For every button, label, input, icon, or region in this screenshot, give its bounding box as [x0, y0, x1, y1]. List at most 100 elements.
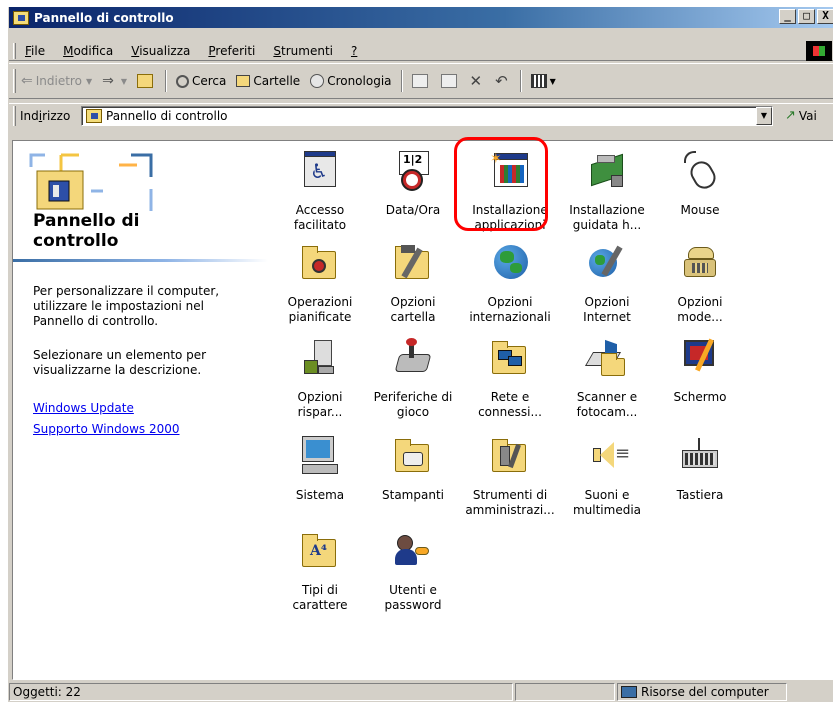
go-button[interactable]: ↗ Vai: [785, 108, 817, 123]
status-spacer: [515, 683, 615, 701]
item-display[interactable]: Schermo: [655, 336, 745, 426]
speaker-icon: ≡: [587, 436, 630, 476]
toolbar-separator: [400, 70, 403, 92]
up-button[interactable]: [132, 70, 161, 92]
copy-to-button[interactable]: [436, 70, 465, 92]
forward-button[interactable]: ⇒ ▼: [97, 70, 132, 92]
back-dropdown-icon[interactable]: ▼: [86, 77, 92, 86]
menu-favorites[interactable]: Preferiti: [199, 44, 264, 58]
menu-help[interactable]: ?: [342, 44, 366, 58]
item-network-connections[interactable]: Rete e connessi...: [465, 336, 555, 426]
control-panel-items: ♿ Accesso facilitato 1|2 Data/Ora ✶ Inst…: [275, 141, 833, 679]
control-panel-icon: [13, 10, 29, 25]
item-phone-modem[interactable]: Opzioni mode...: [655, 241, 745, 331]
control-panel-icon: [86, 109, 102, 123]
item-add-remove-programs[interactable]: ✶ Installazione applicazioni: [465, 149, 555, 239]
minimize-button[interactable]: _: [779, 9, 796, 24]
search-icon: [175, 74, 189, 88]
item-game-controllers[interactable]: Periferiche di gioco: [368, 336, 458, 426]
toolbar-separator: [519, 70, 522, 92]
menu-tools[interactable]: Strumenti: [264, 44, 342, 58]
move-to-button[interactable]: [407, 70, 436, 92]
folders-button[interactable]: Cartelle: [231, 70, 305, 92]
item-folder-options[interactable]: Opzioni cartella: [368, 241, 458, 331]
copy-to-icon: [440, 74, 457, 88]
item-sounds-multimedia[interactable]: ≡ Suoni e multimedia: [562, 434, 652, 524]
maximize-button[interactable]: □: [798, 9, 815, 24]
printers-icon: [393, 436, 433, 476]
toolbar-separator: [164, 70, 167, 92]
title-divider: [13, 259, 268, 262]
link-windows-support[interactable]: Supporto Windows 2000: [33, 422, 180, 436]
add-remove-programs-icon: ✶: [490, 151, 530, 191]
admin-tools-icon: [490, 436, 530, 476]
keyboard-icon: [680, 436, 720, 476]
item-keyboard[interactable]: Tastiera: [655, 434, 745, 524]
undo-button[interactable]: ↶: [490, 70, 516, 92]
forward-arrow-icon: ⇒: [102, 73, 114, 89]
address-value: Pannello di controllo: [106, 109, 228, 123]
computer-icon: [621, 686, 637, 698]
item-accessibility[interactable]: ♿ Accesso facilitato: [275, 149, 365, 239]
windows-logo-icon: [806, 41, 832, 61]
web-view-panel: Pannello di controllo Per personalizzare…: [13, 141, 268, 679]
status-object-count: Oggetti: 22: [9, 683, 513, 701]
item-regional-options[interactable]: Opzioni internazionali: [465, 241, 555, 331]
menu-file[interactable]: File: [16, 44, 54, 58]
title-bar[interactable]: Pannello di controllo _ □ X: [9, 7, 833, 28]
address-dropdown-button[interactable]: ▼: [756, 107, 772, 125]
content-pane: Pannello di controllo Per personalizzare…: [12, 140, 833, 680]
back-arrow-icon: ⇐: [21, 73, 33, 89]
undo-icon: ↶: [495, 72, 508, 90]
item-mouse[interactable]: Mouse: [655, 149, 745, 239]
item-power-options[interactable]: Opzioni rispar...: [275, 336, 365, 426]
item-fonts[interactable]: A⁴ Tipi di carattere: [275, 529, 365, 619]
link-windows-update[interactable]: Windows Update: [33, 401, 134, 415]
menu-view[interactable]: Visualizza: [122, 44, 199, 58]
status-bar: Oggetti: 22 Risorse del computer: [9, 681, 833, 702]
add-hardware-icon: [587, 151, 627, 191]
internet-options-icon: [587, 243, 627, 283]
views-dropdown-icon[interactable]: ▼: [550, 77, 556, 86]
game-controllers-icon: [393, 338, 433, 378]
views-button[interactable]: ▼: [526, 70, 561, 92]
scanner-camera-icon: [584, 338, 627, 378]
item-date-time[interactable]: 1|2 Data/Ora: [368, 149, 458, 239]
date-time-icon: 1|2: [393, 151, 433, 191]
back-button[interactable]: ⇐ Indietro ▼: [16, 70, 97, 92]
window-title: Pannello di controllo: [34, 10, 174, 25]
item-scanners-cameras[interactable]: Scanner e fotocam...: [562, 336, 652, 426]
search-button[interactable]: Cerca: [171, 70, 231, 92]
standard-toolbar: ⇐ Indietro ▼ ⇒ ▼ Cerca Cartelle Cronolog…: [9, 63, 833, 99]
page-title: Pannello di controllo: [33, 211, 140, 251]
modem-phone-icon: [680, 243, 720, 283]
menu-bar: File Modifica Visualizza Preferiti Strum…: [9, 41, 833, 61]
up-folder-icon: [136, 74, 153, 88]
control-panel-banner-icon: [29, 153, 153, 211]
globe-icon: [490, 243, 530, 283]
item-add-hardware[interactable]: Installazione guidata h...: [562, 149, 652, 239]
close-button[interactable]: X: [817, 9, 833, 24]
item-scheduled-tasks[interactable]: Operazioni pianificate: [275, 241, 365, 331]
status-location: Risorse del computer: [617, 683, 787, 701]
menu-edit[interactable]: Modifica: [54, 44, 122, 58]
network-icon: [490, 338, 530, 378]
item-internet-options[interactable]: Opzioni Internet: [562, 241, 652, 331]
address-label: Indirizzo: [20, 108, 71, 123]
delete-button[interactable]: ✕: [465, 70, 491, 92]
history-icon: [310, 74, 325, 88]
address-input[interactable]: Pannello di controllo ▼: [81, 106, 773, 126]
history-button[interactable]: Cronologia: [305, 70, 396, 92]
selection-hint: Selezionare un elemento per visualizzarn…: [33, 348, 207, 377]
forward-dropdown-icon[interactable]: ▼: [121, 77, 127, 86]
accessibility-icon: ♿: [300, 151, 340, 191]
mouse-icon: [680, 151, 720, 193]
item-printers[interactable]: Stampanti: [368, 434, 458, 524]
item-administrative-tools[interactable]: Strumenti di amministrazi...: [465, 434, 555, 524]
power-options-icon: [300, 338, 340, 378]
explorer-window: Pannello di controllo _ □ X File Modific…: [8, 7, 833, 702]
item-users-passwords[interactable]: Utenti e password: [368, 529, 458, 619]
scheduled-tasks-icon: [300, 243, 340, 283]
item-system[interactable]: Sistema: [275, 434, 365, 524]
go-arrow-icon: ↗: [785, 108, 796, 123]
